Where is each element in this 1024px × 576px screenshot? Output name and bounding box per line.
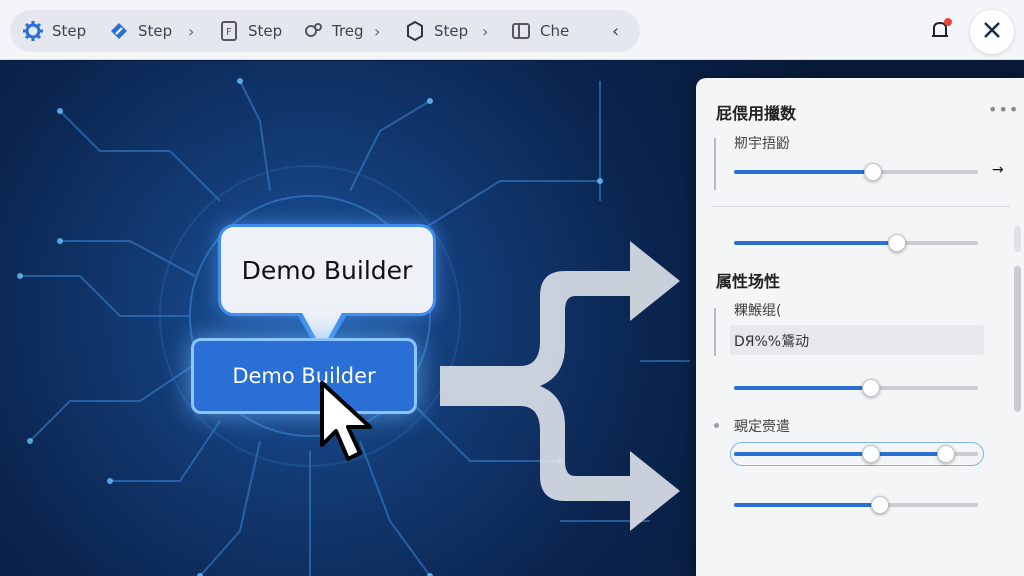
speech-bubble-text: Demo Builder [241, 255, 413, 285]
slider-fill [734, 241, 898, 245]
svg-text:F: F [226, 27, 232, 38]
step-breadcrumb: Step Step › F Step Treg › Step › Che [10, 10, 640, 52]
field-label: 覡定赍遣 [734, 419, 790, 435]
branch-arrows [440, 241, 680, 531]
range-knob-low[interactable] [861, 445, 880, 463]
document-icon: F [218, 20, 240, 42]
slider-2[interactable] [734, 234, 978, 252]
step-toolbar: Step Step › F Step Treg › Step › Che ‹ [0, 0, 1024, 60]
bullet-dot [714, 423, 719, 428]
scrollbar-track[interactable] [1014, 226, 1021, 252]
step-item-2[interactable]: Step [108, 10, 172, 52]
chevron-right-icon: › [188, 22, 195, 41]
step-item-6[interactable]: Che [510, 10, 569, 52]
slider-fill [734, 170, 874, 174]
slider-4[interactable] [734, 496, 978, 514]
box-icon [404, 20, 426, 42]
slider-3[interactable] [734, 379, 978, 397]
mouse-cursor-icon [320, 381, 372, 461]
properties-panel: 屁偎用擸数 ••• 剏宇捂鼢 → 属性场性 粿鯸绲( DЯ%%鷟动 覡定赍遣 [696, 78, 1024, 576]
close-button[interactable] [970, 10, 1014, 54]
step-label: Step [52, 22, 87, 40]
slider-1[interactable] [734, 163, 978, 181]
pen-icon [108, 20, 130, 42]
step-item-5[interactable]: Step [404, 10, 468, 52]
settings-cog-icon [302, 20, 324, 42]
indent-bar [714, 138, 716, 190]
gear-icon [22, 20, 44, 42]
field-label: 剏宇捂鼢 [734, 136, 790, 152]
step-label: Step [138, 22, 173, 40]
step-item-3[interactable]: F Step [218, 10, 282, 52]
step-label: Treg [332, 22, 364, 40]
indent-bar [714, 308, 716, 356]
slider-fill [734, 452, 947, 456]
slider-knob[interactable] [864, 163, 883, 181]
step-label: Step [434, 22, 469, 40]
field-label: 粿鯸绲( [734, 303, 782, 319]
notification-button[interactable] [918, 10, 962, 54]
chevron-right-icon: › [374, 22, 381, 41]
slider-knob[interactable] [861, 379, 880, 397]
chevron-left-icon[interactable]: ‹ [612, 21, 619, 42]
step-label: Step [248, 22, 283, 40]
section-title: 屁偎用擸数 [716, 104, 797, 123]
section-title: 属性场性 [716, 272, 781, 291]
divider [712, 206, 1010, 207]
slider-fill [734, 386, 871, 390]
more-options-icon[interactable]: ••• [988, 100, 1019, 119]
range-knob-high[interactable] [937, 445, 956, 463]
slider-knob[interactable] [888, 234, 907, 252]
notification-badge [944, 18, 952, 26]
close-icon [981, 19, 1003, 45]
speech-bubble: Demo Builder [218, 224, 436, 316]
slider-fill [734, 503, 881, 507]
range-slider[interactable] [734, 445, 978, 463]
arrow-right-icon[interactable]: → [992, 162, 1004, 178]
chevron-right-icon: › [482, 22, 489, 41]
slider-knob[interactable] [871, 496, 890, 514]
scrollbar-thumb[interactable] [1014, 266, 1021, 412]
step-item-1[interactable]: Step [22, 10, 86, 52]
step-item-4[interactable]: Treg [302, 10, 364, 52]
layout-icon [510, 20, 532, 42]
step-label: Che [540, 22, 570, 40]
text-field[interactable]: DЯ%%鷟动 [730, 325, 984, 355]
